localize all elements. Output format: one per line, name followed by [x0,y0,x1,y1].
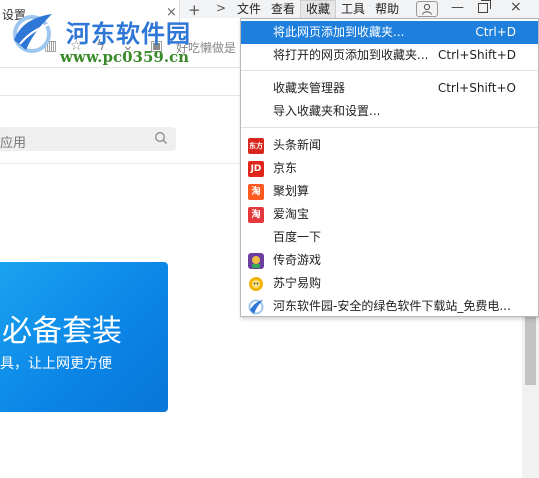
bookmark-item[interactable]: 东方 头条新闻 [241,134,538,157]
favorites-dropdown: 将此网页添加到收藏夹... Ctrl+D 将打开的网页添加到收藏夹... Ctr… [240,18,539,317]
scrollbar-thumb[interactable] [525,317,536,385]
bookmark-item[interactable]: 苏宁易购 [241,272,538,295]
content-divider [0,163,240,164]
banner-subtitle: 具，让上网更方便 [0,356,112,372]
search-icon[interactable] [154,131,168,145]
favorites-manager-item[interactable]: 收藏夹管理器 Ctrl+Shift+O [241,77,538,100]
menu-item-shortcut: Ctrl+Shift+O [437,81,516,95]
jd-icon: JD [248,161,264,177]
menu-item-label: 将打开的网页添加到收藏夹... [273,48,429,62]
bookmark-label: 京东 [273,161,298,175]
bookmark-item[interactable]: 淘 聚划算 [241,180,538,203]
menu-view[interactable]: 查看 [266,0,300,18]
bookmark-label: 河东软件园-安全的绿色软件下载站_免费电... [273,299,511,313]
import-favorites-item[interactable]: 导入收藏夹和设置... [241,100,538,123]
game-icon [248,253,264,269]
bookmark-item[interactable]: 百度一下 [241,226,538,249]
tab-list-arrow-icon[interactable]: > [216,1,226,15]
bookmark-label: 头条新闻 [273,138,322,152]
juhuasuan-icon: 淘 [248,184,264,200]
menu-item-label: 导入收藏夹和设置... [273,104,381,118]
menu-item-label: 收藏夹管理器 [273,81,346,95]
user-icon [422,3,432,15]
banner-title: 必备套装 [2,314,122,349]
hedong-icon [248,299,264,315]
add-page-to-favorites-item[interactable]: 将此网页添加到收藏夹... Ctrl+D [241,21,538,44]
aitaobao-icon: 淘 [248,207,264,223]
hedong-logo-icon [13,14,52,53]
bookmark-item[interactable]: 河东软件园-安全的绿色软件下载站_免费电... [241,295,538,318]
app-search-placeholder: 应用 [0,136,27,151]
restore-button[interactable] [478,0,491,13]
user-account-button[interactable] [416,1,438,17]
menu-item-shortcut: Ctrl+D [475,25,516,39]
app-search-input[interactable]: 应用 [0,127,176,151]
menu-tools[interactable]: 工具 [336,0,370,18]
bookmark-label: 苏宁易购 [273,276,322,290]
page-divider [0,95,240,96]
close-window-button[interactable]: × [510,0,522,15]
bookmark-item[interactable]: 传奇游戏 [241,249,538,272]
suning-icon [248,276,264,292]
watermark-url: www.pc0359.cn [60,48,190,66]
menu-favorites[interactable]: 收藏 [300,0,337,18]
menu-separator [241,127,538,128]
bookmark-label: 爱淘宝 [273,207,310,221]
news-icon: 东方 [248,138,264,154]
menu-item-label: 将此网页添加到收藏夹... [273,25,405,39]
menu-item-shortcut: Ctrl+Shift+D [438,48,516,62]
promo-banner[interactable]: 必备套装 具，让上网更方便 [0,262,168,412]
bookmark-label: 传奇游戏 [273,253,322,267]
bookmark-item[interactable]: 淘 爱淘宝 [241,203,538,226]
bookmark-label: 百度一下 [273,230,322,244]
add-open-pages-to-favorites-item[interactable]: 将打开的网页添加到收藏夹... Ctrl+Shift+D [241,44,538,67]
minimize-button[interactable]: — [451,0,464,15]
bookmark-item[interactable]: JD 京东 [241,157,538,180]
menu-separator [241,70,538,71]
menu-file[interactable]: 文件 [232,0,266,18]
watermark-name: 河东软件园 [66,19,191,48]
menu-help[interactable]: 帮助 [370,0,404,18]
bookmark-label: 聚划算 [273,184,310,198]
menu-bar: 文件 查看 收藏 工具 帮助 [232,0,404,18]
